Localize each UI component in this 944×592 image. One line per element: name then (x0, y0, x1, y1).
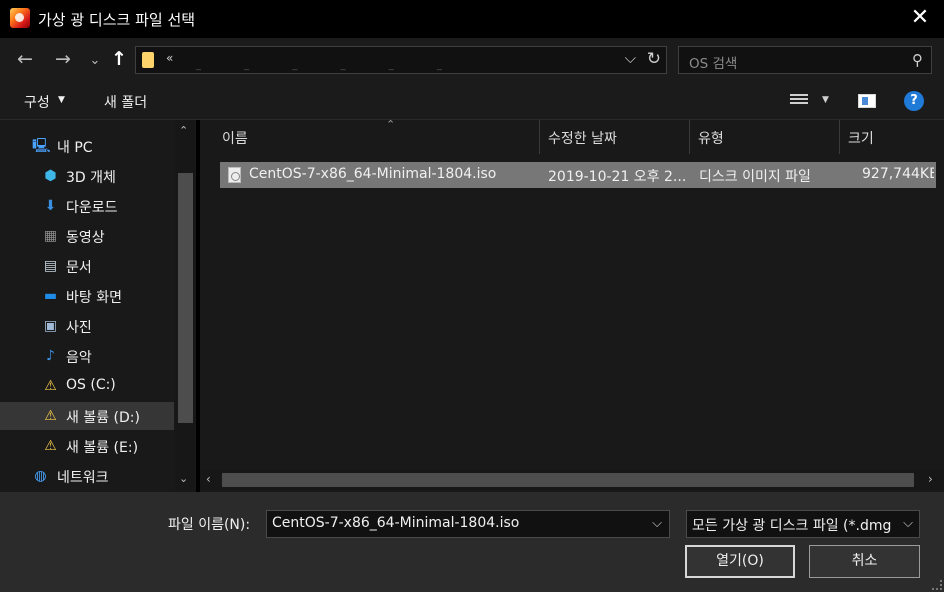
sidebar-item-label: 동영상 (66, 230, 105, 246)
search-placeholder: OS 검색 (689, 56, 738, 72)
filename-label: 파일 이름(N): (168, 517, 251, 533)
organize-button[interactable]: 구성 (24, 92, 50, 112)
address-row: ← → ⌄ ↑ « _ _ _ _ _ _ ⌵ ↻ OS 검색 ⚲ (0, 38, 944, 82)
title-bar: 가상 광 디스크 파일 선택 ✕ (0, 0, 944, 38)
folder-icon (142, 52, 154, 68)
column-header-name[interactable]: 이름 ⌃ (214, 118, 540, 154)
sidebar-item-label: 문서 (66, 260, 92, 276)
network-icon: ◍ (34, 468, 47, 484)
sidebar-item-label: 새 볼륨 (D:) (66, 410, 140, 426)
back-arrow-icon[interactable]: ← (12, 48, 38, 70)
horizontal-scrollbar-thumb[interactable] (222, 473, 914, 487)
column-header-type[interactable]: 유형 (690, 120, 840, 154)
navigation-scrollbar[interactable]: ⌃ ⌄ (175, 120, 195, 492)
drive-warning-icon: ⚠ (44, 438, 57, 454)
scroll-down-icon[interactable]: ⌄ (179, 472, 188, 485)
scroll-up-icon[interactable]: ⌃ (179, 124, 188, 137)
desktop-icon: ▬ (43, 288, 58, 304)
recent-locations-chevron-icon[interactable]: ⌄ (82, 50, 108, 72)
sidebar-item-label: 사진 (66, 320, 92, 336)
preview-pane-icon[interactable] (858, 94, 876, 108)
search-icon[interactable]: ⚲ (912, 51, 923, 69)
disc-image-file-icon (228, 167, 241, 183)
view-options-caret-icon[interactable]: ▼ (822, 95, 829, 105)
virtualbox-app-icon (10, 8, 30, 28)
scrollbar-thumb[interactable] (178, 173, 193, 423)
download-icon: ⬇ (44, 198, 57, 214)
sort-ascending-icon: ⌃ (386, 118, 396, 131)
filename-combobox[interactable]: CentOS-7-x86_64-Minimal-1804.iso ⌵ (266, 510, 670, 538)
sidebar-item[interactable]: ⚠ OS (C:) (0, 372, 174, 400)
new-folder-button[interactable]: 새 폴더 (104, 92, 147, 112)
file-name: CentOS-7-x86_64-Minimal-1804.iso (249, 166, 497, 182)
refresh-icon[interactable]: ↻ (647, 49, 661, 69)
address-bar[interactable]: « _ _ _ _ _ _ ⌵ ↻ (135, 46, 667, 74)
sidebar-item[interactable]: ♪ 음악 (0, 342, 174, 370)
file-type-filter-select[interactable]: 모든 가상 광 디스크 파일 (*.dmg ⌵ (686, 510, 920, 538)
column-header-size[interactable]: 크기 (840, 120, 944, 154)
file-size: 927,744KB (862, 166, 934, 182)
video-icon: ▦ (43, 228, 58, 244)
sidebar-item-label: OS (C:) (66, 377, 116, 393)
scroll-left-icon[interactable]: ‹ (206, 472, 211, 486)
sidebar-item[interactable]: ▣ 사진 (0, 312, 174, 340)
sidebar-item-label: 네트워크 (57, 470, 109, 486)
file-type-filter-value: 모든 가상 광 디스크 파일 (*.dmg (692, 518, 892, 534)
file-type: 디스크 이미지 파일 (699, 169, 811, 185)
filename-dropdown-icon[interactable]: ⌵ (652, 516, 662, 531)
resize-grip-icon[interactable] (932, 580, 942, 590)
sidebar-item-label: 새 볼륨 (E:) (66, 440, 139, 456)
pc-icon: 🖳 (32, 138, 51, 154)
dialog-footer: 파일 이름(N): CentOS-7-x86_64-Minimal-1804.i… (0, 492, 944, 592)
document-icon: ▤ (43, 258, 58, 274)
scroll-right-icon[interactable]: › (928, 472, 933, 486)
sidebar-item-label: 다운로드 (66, 200, 118, 216)
breadcrumb-path[interactable]: _ _ _ _ _ _ (196, 60, 462, 71)
sidebar-item[interactable]: ⚠ 새 볼륨 (D:) (0, 402, 174, 430)
music-icon: ♪ (46, 348, 55, 364)
sidebar-item[interactable]: ⬇ 다운로드 (0, 192, 174, 220)
up-arrow-icon[interactable]: ↑ (106, 48, 132, 70)
window-title: 가상 광 디스크 파일 선택 (38, 11, 196, 29)
column-header-modified[interactable]: 수정한 날짜 (540, 120, 690, 154)
drive-warning-icon: ⚠ (44, 408, 57, 424)
sidebar-item[interactable]: ▤ 문서 (0, 252, 174, 280)
drive-warning-icon: ⚠ (44, 378, 57, 394)
cancel-button[interactable]: 취소 (809, 545, 920, 578)
sidebar-item-label: 바탕 화면 (66, 290, 122, 306)
breadcrumb-overflow-icon[interactable]: « (166, 51, 173, 65)
filter-dropdown-icon[interactable]: ⌵ (901, 516, 913, 531)
sidebar-item[interactable]: 🖳 내 PC (0, 132, 174, 160)
picture-icon: ▣ (43, 318, 58, 334)
sidebar-item-label: 내 PC (57, 140, 93, 156)
sidebar-item[interactable]: ⚠ 새 볼륨 (E:) (0, 432, 174, 460)
sidebar-item[interactable]: ◍ 네트워크 (0, 462, 174, 490)
sidebar-item-label: 3D 개체 (66, 170, 116, 186)
sidebar-item[interactable]: ▦ 동영상 (0, 222, 174, 250)
close-icon[interactable]: ✕ (910, 6, 930, 30)
open-button[interactable]: 열기(O) (685, 545, 795, 578)
sidebar-item-label: 음악 (66, 350, 92, 366)
sidebar-item[interactable]: ▬ 바탕 화면 (0, 282, 174, 310)
file-list-pane: 이름 ⌃ 수정한 날짜 유형 크기 CentOS-7-x86_64-Minima… (200, 118, 944, 492)
cube-icon: ⬢ (44, 168, 57, 184)
file-modified: 2019-10-21 오후 2... (548, 169, 687, 185)
help-icon[interactable]: ? (904, 91, 924, 111)
filename-value[interactable]: CentOS-7-x86_64-Minimal-1804.iso (272, 515, 519, 531)
column-headers: 이름 ⌃ 수정한 날짜 유형 크기 (200, 118, 944, 154)
table-row[interactable]: CentOS-7-x86_64-Minimal-1804.iso 2019-10… (220, 162, 936, 188)
organize-caret-icon[interactable]: ▼ (58, 95, 65, 105)
search-input[interactable]: OS 검색 ⚲ (678, 46, 932, 74)
navigation-pane: 🖳 내 PC ⬢ 3D 개체 ⬇ 다운로드 ▦ 동영상 ▤ 문서 ▬ 바탕 화면 ▣ 사진 ♪ 음악 ⚠ OS (… (0, 120, 196, 492)
sidebar-item[interactable]: ⬢ 3D 개체 (0, 162, 174, 190)
forward-arrow-icon[interactable]: → (50, 48, 76, 70)
command-bar: 구성 ▼ 새 폴더 ▼ ? (0, 82, 944, 120)
horizontal-scrollbar[interactable]: ‹ › (200, 470, 944, 490)
address-dropdown-icon[interactable]: ⌵ (625, 49, 636, 67)
details-view-icon[interactable] (790, 94, 808, 108)
